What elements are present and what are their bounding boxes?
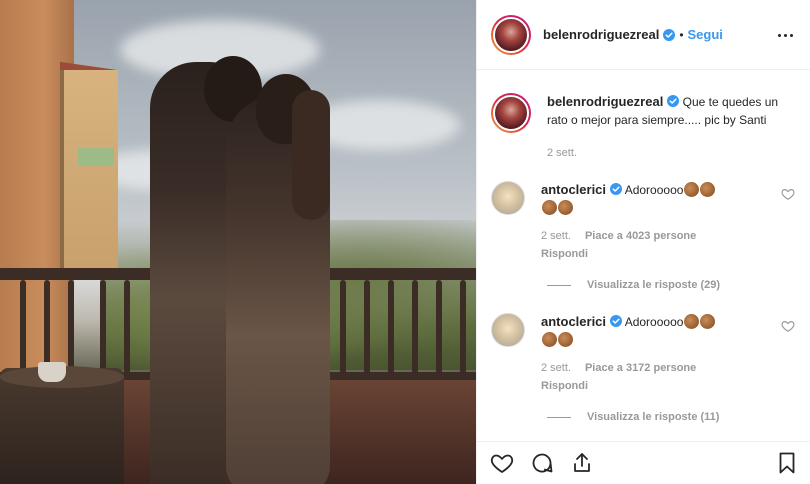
building-arch (60, 70, 118, 280)
clapping-hands-icon (558, 200, 573, 215)
comment-body: antoclerici Adorooooo 2 sett. Piace a 40… (541, 181, 741, 263)
post-header: belenrodriguezreal • Segui (477, 0, 810, 70)
avatar-image (493, 95, 529, 131)
header-text: belenrodriguezreal • Segui (543, 27, 723, 42)
heart-icon (490, 454, 514, 474)
comment-meta: 2 sett. Piace a 3172 persone (541, 359, 741, 377)
post-photo[interactable] (0, 0, 476, 484)
comment-meta: 2 sett. Piace a 4023 persone (541, 227, 741, 245)
share-button[interactable] (569, 450, 595, 476)
clapping-hands-icon (542, 332, 557, 347)
avatar-image (493, 16, 529, 53)
like-comment-heart-icon[interactable] (781, 319, 795, 333)
caption-body: belenrodriguezreal Que te quedes un rato… (547, 93, 787, 133)
author-username[interactable]: belenrodriguezreal (543, 27, 659, 42)
cup (38, 362, 66, 382)
instagram-post: belenrodriguezreal • Segui belenrodrigue… (0, 0, 810, 484)
baluster (20, 280, 26, 374)
comment-icon (532, 453, 553, 473)
verified-badge-icon (663, 28, 676, 41)
baluster (364, 280, 370, 374)
comment-item: antoclerici Adorooooo 2 sett. Piace a 31… (491, 313, 797, 395)
clapping-hands-icon (684, 314, 700, 329)
caption-avatar[interactable] (491, 93, 531, 133)
caption-timestamp: 2 sett. (547, 147, 577, 159)
verified-badge-icon (610, 183, 623, 195)
clapping-hands-icon (700, 182, 716, 197)
replies-line (547, 416, 571, 418)
like-comment-heart-icon[interactable] (781, 187, 795, 201)
comment-item: antoclerici Adorooooo 2 sett. Piace a 40… (491, 181, 797, 263)
comment-text: Adorooooo (624, 315, 684, 329)
comment-body: antoclerici Adorooooo 2 sett. Piace a 31… (541, 313, 741, 395)
reply-button[interactable]: Rispondi (541, 377, 741, 395)
share-icon (574, 453, 590, 472)
author-avatar[interactable] (491, 14, 531, 55)
baluster (340, 280, 346, 374)
baluster (100, 280, 106, 374)
comment-timestamp: 2 sett. (541, 230, 571, 242)
baluster (68, 280, 74, 374)
more-options-icon[interactable] (774, 24, 796, 46)
like-button[interactable] (489, 450, 515, 476)
woman-hair (292, 90, 330, 220)
bookmark-icon[interactable] (775, 451, 799, 475)
separator-dot: • (679, 27, 684, 42)
dot (777, 33, 781, 37)
green-trim (78, 148, 114, 166)
comment-timestamp: 2 sett. (541, 362, 571, 374)
view-replies-button[interactable]: Visualizza le risposte (29) (547, 279, 797, 291)
dot (783, 33, 787, 37)
baluster (388, 280, 394, 374)
view-replies-label: Visualizza le risposte (29) (587, 279, 721, 291)
post-side-panel: belenrodriguezreal • Segui belenrodrigue… (476, 0, 810, 484)
caption-username[interactable]: belenrodriguezreal (547, 94, 663, 109)
dot (789, 33, 793, 37)
comment-username[interactable]: antoclerici (541, 314, 606, 329)
verified-badge-icon (667, 95, 680, 107)
verified-badge-icon (610, 315, 623, 327)
commenter-avatar[interactable] (491, 313, 525, 347)
baluster (460, 280, 466, 374)
clapping-hands-icon (700, 314, 716, 329)
view-replies-label: Visualizza le risposte (11) (587, 411, 720, 423)
action-bar (477, 441, 810, 484)
comment-username[interactable]: antoclerici (541, 182, 606, 197)
baluster (412, 280, 418, 374)
post-caption: belenrodriguezreal Que te quedes un rato… (491, 93, 797, 133)
clapping-hands-icon (542, 200, 557, 215)
baluster (436, 280, 442, 374)
replies-line (547, 284, 571, 286)
comment-likes[interactable]: Piace a 3172 persone (585, 359, 696, 377)
baluster (44, 280, 50, 374)
view-replies-button[interactable]: Visualizza le risposte (11) (547, 411, 797, 423)
comments-list[interactable]: belenrodriguezreal Que te quedes un rato… (477, 71, 810, 441)
follow-button[interactable]: Segui (688, 27, 723, 42)
comment-text: Adorooooo (624, 183, 684, 197)
comment-likes[interactable]: Piace a 4023 persone (585, 227, 696, 245)
reply-button[interactable]: Rispondi (541, 245, 741, 263)
comment-button[interactable] (529, 450, 555, 476)
commenter-avatar[interactable] (491, 181, 525, 215)
clapping-hands-icon (558, 332, 573, 347)
baluster (124, 280, 130, 374)
clapping-hands-icon (684, 182, 700, 197)
